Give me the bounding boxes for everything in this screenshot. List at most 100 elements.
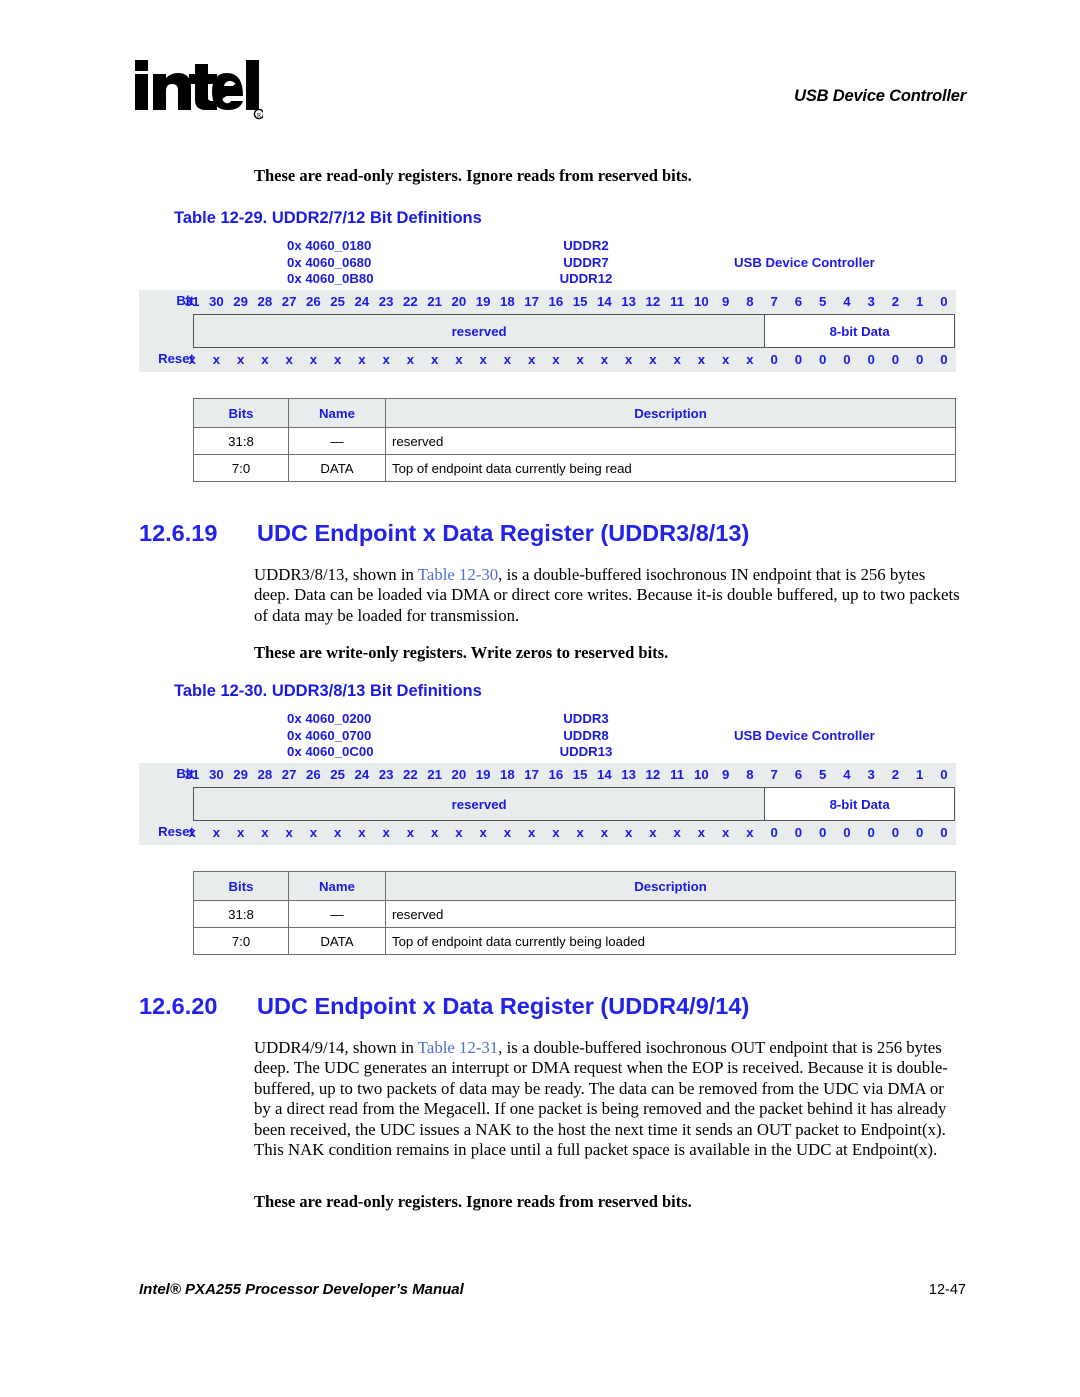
reset-value-cell: x bbox=[188, 352, 196, 367]
reset-value-cell: 0 bbox=[770, 352, 778, 367]
col-header-name: Name bbox=[288, 398, 386, 428]
table-xref-link[interactable]: Table 12-30 bbox=[418, 565, 498, 584]
reset-values: xxxxxxxxxxxxxxxxxxxxxxxx00000000 bbox=[180, 348, 956, 372]
col-header-name: Name bbox=[288, 871, 386, 901]
bit-number-cell: 30 bbox=[209, 767, 224, 782]
register-field: 8-bit Data bbox=[764, 314, 955, 348]
register-addresses: 0x 4060_0180 0x 4060_0680 0x 4060_0B80 bbox=[287, 238, 374, 288]
reset-value-cell: x bbox=[261, 825, 269, 840]
body-text-pre: UDDR3/8/13, shown in bbox=[254, 565, 418, 584]
reset-value-cell: x bbox=[624, 825, 633, 840]
reset-value-cell: x bbox=[746, 352, 754, 367]
bit-number-cell: 28 bbox=[257, 294, 273, 309]
bit-number-cell: 17 bbox=[524, 767, 539, 782]
bit-number-cell: 10 bbox=[694, 294, 709, 309]
register-names: UDDR2 UDDR7 UDDR12 bbox=[543, 238, 629, 288]
bit-number-cell: 0 bbox=[940, 294, 948, 309]
register-address: 0x 4060_0180 bbox=[287, 238, 372, 253]
reset-value-cell: 0 bbox=[867, 352, 875, 367]
reset-value-cell: x bbox=[697, 352, 706, 367]
reset-value-cell: x bbox=[188, 825, 196, 840]
reset-value-cell: x bbox=[552, 825, 560, 840]
section-title: UDC Endpoint x Data Register (UDDR4/9/14… bbox=[257, 993, 750, 1019]
bit-number-cell: 21 bbox=[427, 294, 442, 309]
reset-value-cell: 0 bbox=[940, 825, 948, 840]
register-field: reserved bbox=[193, 314, 766, 348]
register-unit-label: USB Device Controller bbox=[734, 727, 875, 743]
bit-definitions-table-12-30: Bits Name Description 31:8— reserved 7:0 DA… bbox=[193, 871, 956, 955]
bit-number-cell: 3 bbox=[867, 294, 875, 309]
col-header-description: Description bbox=[385, 398, 956, 428]
bit-number-cell: 11 bbox=[670, 767, 685, 782]
bit-number-cell: 29 bbox=[233, 767, 248, 782]
table-xref-link[interactable]: Table 12-31 bbox=[418, 1038, 498, 1057]
bit-numbers: 31 30 29 28 27 26 25 24 23 22 21 20 19 18 17 16 15 14 13 12… bbox=[180, 763, 956, 787]
table-header-row: Bits Name Description bbox=[193, 871, 956, 901]
reset-value-cell: x bbox=[503, 352, 512, 367]
register-field: 8-bit Data bbox=[764, 787, 955, 821]
reset-value-cell: x bbox=[382, 825, 390, 840]
reset-value-cell: x bbox=[527, 825, 536, 840]
bit-number-cell: 28 bbox=[257, 767, 273, 782]
cell-description: Top of endpoint data currently being rea… bbox=[385, 454, 956, 482]
bit-number-cell: 10 bbox=[694, 767, 709, 782]
bit-number-cell: 21 bbox=[427, 767, 442, 782]
bit-number-cell: 13 bbox=[621, 767, 636, 782]
bit-number-cell: 19 bbox=[475, 767, 491, 782]
reset-value-cell: x bbox=[527, 352, 536, 367]
svg-text:R: R bbox=[257, 112, 262, 119]
section-body-12-6-19: UDDR3/8/13, shown in Table 12-30, is a d… bbox=[254, 565, 961, 626]
register-names: UDDR3 UDDR8 UDDR13 bbox=[543, 711, 629, 761]
bit-number-cell: 29 bbox=[233, 294, 248, 309]
bit-number-cell: 5 bbox=[818, 294, 827, 309]
col-header-bits: Bits bbox=[193, 871, 289, 901]
table-caption-12-30: Table 12-30. UDDR3/8/13 Bit Definitions bbox=[174, 682, 482, 700]
reset-value-cell: x bbox=[358, 825, 366, 840]
bit-number-cell: 14 bbox=[597, 767, 612, 782]
reset-value-row: Reset xxxxxxxxxxxxxxxxxxxxxxxx00000000 bbox=[139, 348, 956, 372]
footer-manual-title: Intel® PXA255 Processor Developer’s Manu… bbox=[139, 1281, 464, 1298]
bit-number-cell: 5 bbox=[818, 767, 827, 782]
col-header-description: Description bbox=[385, 871, 956, 901]
bit-number-cell: 24 bbox=[354, 294, 370, 309]
register-addresses: 0x 4060_0200 0x 4060_0700 0x 4060_0C00 bbox=[287, 711, 374, 761]
register-address-area: 0x 4060_0180 0x 4060_0680 0x 4060_0B80 U… bbox=[139, 238, 956, 290]
bit-number-cell: 23 bbox=[378, 767, 394, 782]
reset-value-cell: x bbox=[261, 352, 269, 367]
register-name: UDDR2 bbox=[563, 238, 609, 253]
table-row: 31:8— reserved bbox=[193, 427, 956, 455]
reset-value-cell: x bbox=[721, 352, 730, 367]
reset-value-cell: x bbox=[721, 825, 730, 840]
register-field-row: reserved 8-bit Data bbox=[193, 314, 956, 348]
register-address: 0x 4060_0B80 bbox=[287, 271, 374, 287]
reset-value-cell: x bbox=[430, 825, 439, 840]
reset-value-cell: x bbox=[576, 352, 584, 367]
bit-number-cell: 8 bbox=[746, 294, 754, 309]
register-name: UDDR12 bbox=[559, 271, 613, 287]
bit-number-cell: 22 bbox=[403, 294, 418, 309]
bit-number-cell: 27 bbox=[281, 767, 297, 782]
reset-value-cell: 0 bbox=[794, 352, 803, 367]
bit-number-cell: 17 bbox=[524, 294, 539, 309]
reset-value-cell: x bbox=[600, 352, 609, 367]
reset-value-cell: x bbox=[212, 352, 221, 367]
register-name: UDDR7 bbox=[563, 254, 609, 270]
page-header: R USB Device Controller bbox=[0, 58, 1080, 138]
register-diagram-12-29: 0x 4060_0180 0x 4060_0680 0x 4060_0B80 U… bbox=[139, 238, 956, 372]
reset-value-cell: x bbox=[333, 825, 342, 840]
reset-value-cell: 0 bbox=[818, 825, 827, 840]
reset-value-cell: x bbox=[649, 352, 657, 367]
document-page: R USB Device Controller These are read-o… bbox=[0, 0, 1080, 1397]
reset-value-cell: x bbox=[649, 825, 657, 840]
section-heading-12-6-19: 12.6.19 UDC Endpoint x Data Register (UDD… bbox=[139, 520, 749, 547]
register-unit-label: USB Device Controller bbox=[734, 254, 875, 270]
reset-value-cell: x bbox=[358, 352, 366, 367]
reset-value-cell: x bbox=[576, 825, 584, 840]
register-field-row-wrap: reserved 8-bit Data bbox=[139, 314, 956, 348]
reset-value-cell: x bbox=[673, 352, 681, 367]
bit-number-cell: 25 bbox=[330, 767, 345, 782]
reset-value-cell: x bbox=[673, 825, 681, 840]
bit-number-cell: 26 bbox=[306, 767, 321, 782]
register-address: 0x 4060_0200 bbox=[287, 711, 372, 726]
bit-number-cell: 3 bbox=[867, 767, 875, 782]
